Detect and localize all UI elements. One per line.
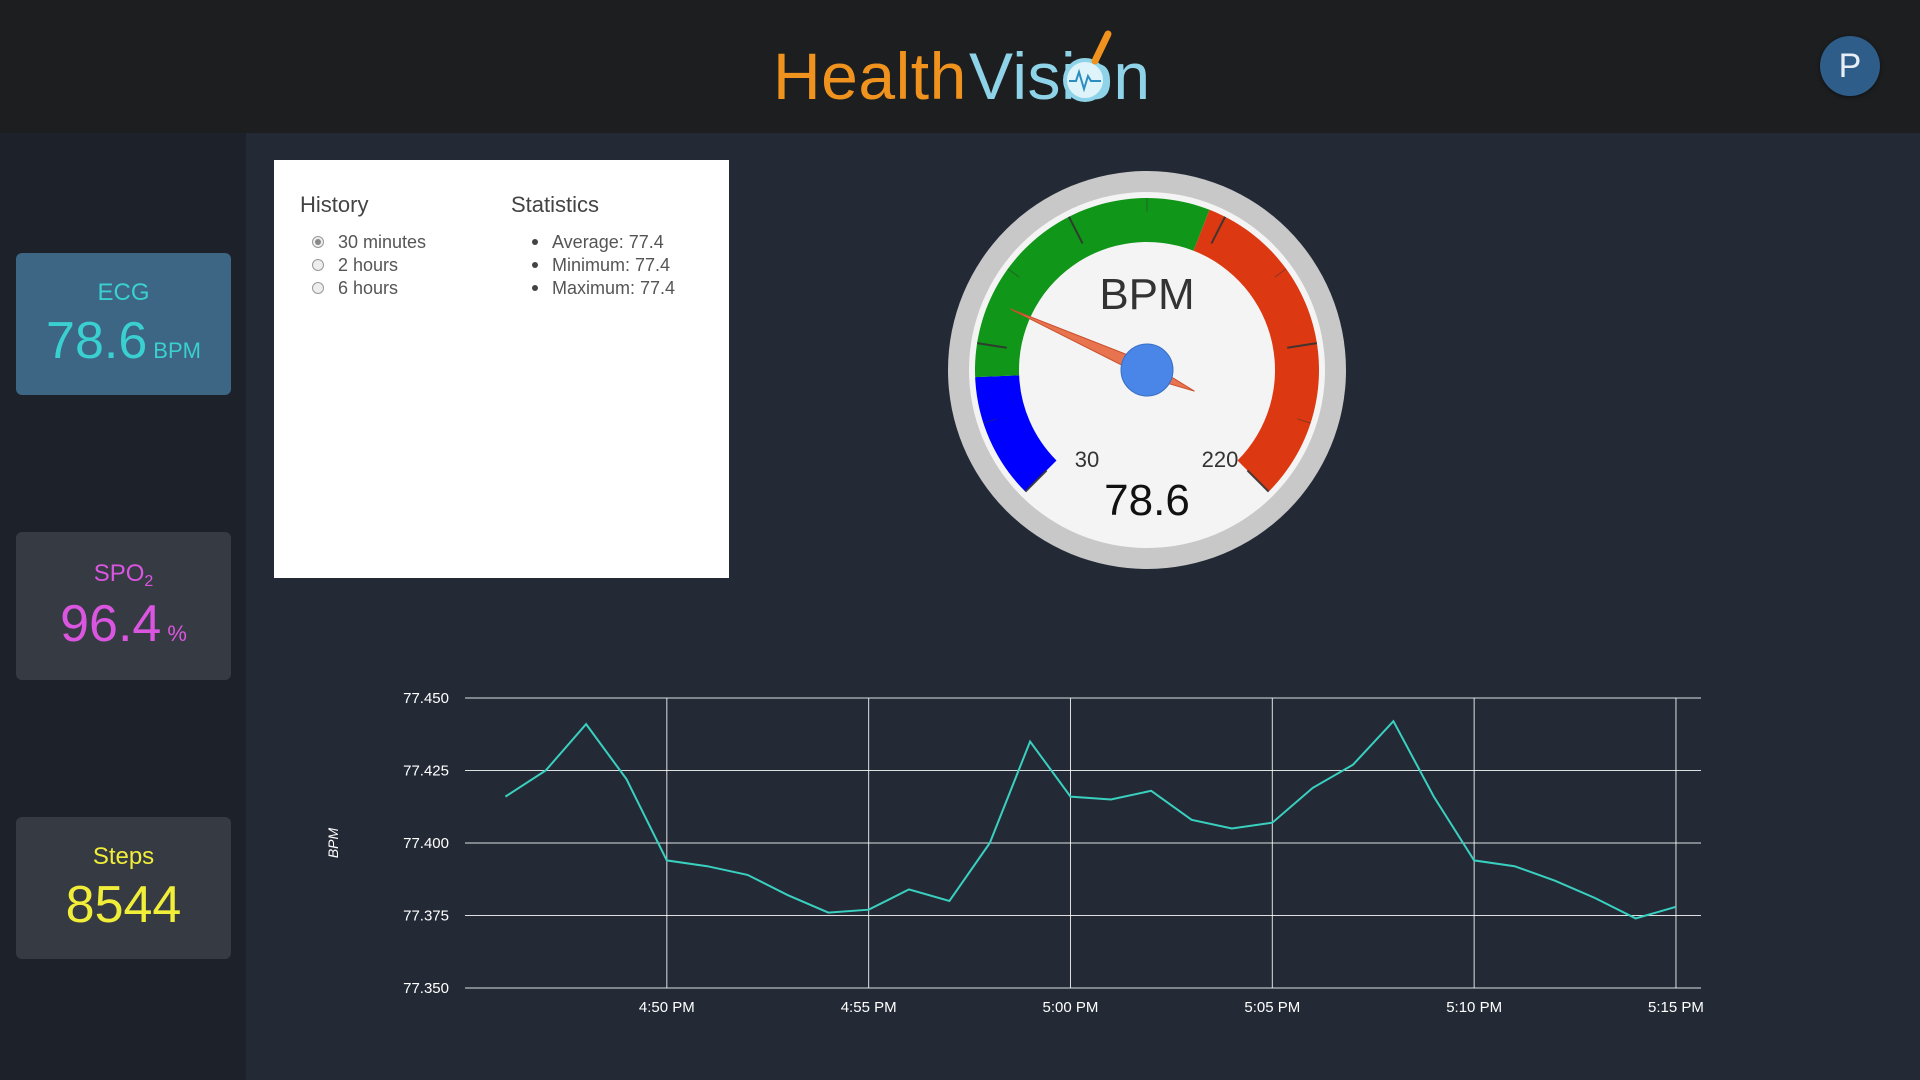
stat-text: Maximum: 77.4 xyxy=(552,278,676,298)
steps-value: 8544 xyxy=(65,876,182,934)
chart-y-tick-label: 77.450 xyxy=(403,690,449,707)
gauge-max-label: 220 xyxy=(1202,447,1239,472)
chart-x-tick-labels: 4:50 PM 4:55 PM 5:00 PM 5:05 PM 5:10 PM 5:15 … xyxy=(639,999,1704,1016)
history-option-2-hours[interactable]: 2 hours xyxy=(312,255,398,276)
chart-x-tick-label: 4:50 PM xyxy=(639,999,695,1016)
stat-minimum: Minimum: 77.4 xyxy=(532,255,670,276)
chart-data-point xyxy=(1634,917,1637,920)
statistics-heading: Statistics xyxy=(511,192,600,217)
chart-data-point xyxy=(1513,865,1516,868)
ecg-title: ECG xyxy=(97,279,150,306)
chart-data-point xyxy=(746,873,749,876)
chart-data-point xyxy=(585,723,588,726)
bullet-icon xyxy=(532,239,538,245)
magnifier-icon xyxy=(1063,30,1112,102)
chart-data-point xyxy=(1029,740,1032,743)
ecg-value: 78.6 xyxy=(46,312,148,370)
steps-title: Steps xyxy=(92,843,155,870)
bpm-gauge: BPM 30 220 78.6 xyxy=(948,171,1346,569)
stat-text: Average: 77.4 xyxy=(552,232,664,252)
healthvision-logo: Health Vision xyxy=(773,28,1153,118)
chart-data-point xyxy=(1473,859,1476,862)
chart-data-point xyxy=(1553,879,1556,882)
chart-y-tick-label: 77.400 xyxy=(403,835,449,852)
bpm-line-chart: 77.45077.42577.40077.37577.350 4:50 PM 4:… xyxy=(325,690,1704,1016)
top-bar: Health Vision P xyxy=(0,0,1920,133)
chart-y-tick-label: 77.425 xyxy=(403,763,449,780)
chart-data-point xyxy=(988,842,991,845)
chart-data-point xyxy=(1230,827,1233,830)
chart-data-point xyxy=(1674,905,1677,908)
history-heading: History xyxy=(300,192,369,217)
gauge-min-label: 30 xyxy=(1075,447,1099,472)
chart-data-point xyxy=(1594,897,1597,900)
bullet-icon xyxy=(532,285,538,291)
steps-card[interactable]: Steps 8544 xyxy=(16,817,231,959)
chart-x-tick-label: 5:00 PM xyxy=(1043,999,1099,1016)
chart-data-point xyxy=(1069,795,1072,798)
ecg-value-line: 78.6 BPM xyxy=(16,311,231,371)
user-avatar[interactable]: P xyxy=(1820,36,1880,96)
chart-data-points xyxy=(504,720,1678,920)
chart-data-point xyxy=(1271,821,1274,824)
radio-selected-icon[interactable] xyxy=(312,236,324,248)
spo2-title-line: SPO2 xyxy=(16,560,231,591)
chart-data-point xyxy=(625,778,628,781)
radio-icon[interactable] xyxy=(312,282,324,294)
spo2-value-line: 96.4% xyxy=(16,594,231,654)
chart-x-tick-label: 4:55 PM xyxy=(841,999,897,1016)
chart-y-tick-label: 77.375 xyxy=(403,908,449,925)
chart-data-point xyxy=(544,769,547,772)
history-statistics-panel: History Statistics 30 minutes 2 hours 6 … xyxy=(274,160,729,578)
spo2-value: 96.4 xyxy=(60,595,162,653)
chart-x-tick-label: 5:05 PM xyxy=(1244,999,1300,1016)
chart-data-point xyxy=(1150,789,1153,792)
gauge-needle-hub xyxy=(1120,343,1174,397)
spo2-card[interactable]: SPO2 96.4% xyxy=(16,532,231,680)
chart-grid xyxy=(465,697,1701,989)
history-option-label: 6 hours xyxy=(338,278,399,298)
chart-data-point xyxy=(867,908,870,911)
ecg-unit: BPM xyxy=(153,338,201,363)
chart-y-tick-labels: 77.450 77.425 77.400 77.375 77.350 xyxy=(403,690,449,997)
chart-data-point xyxy=(1392,720,1395,723)
chart-data-point xyxy=(1190,818,1193,821)
stat-maximum: Maximum: 77.4 xyxy=(532,278,675,299)
chart-data-point xyxy=(665,859,668,862)
chart-data-point xyxy=(706,865,709,868)
chart-data-point xyxy=(1432,795,1435,798)
stat-average: Average: 77.4 xyxy=(532,232,664,253)
history-option-6-hours[interactable]: 6 hours xyxy=(312,278,398,299)
history-option-30-minutes[interactable]: 30 minutes xyxy=(312,232,426,253)
chart-data-point xyxy=(948,900,951,903)
ecg-card[interactable]: ECG 78.6 BPM xyxy=(16,253,231,395)
chart-series-line xyxy=(504,719,1677,920)
chart-data-point xyxy=(786,894,789,897)
chart-y-axis-label: BPM xyxy=(325,827,341,858)
gauge-label: BPM xyxy=(1099,270,1194,319)
stat-text: Minimum: 77.4 xyxy=(552,255,671,275)
chart-data-point xyxy=(504,795,507,798)
chart-data-point xyxy=(1352,763,1355,766)
spo2-title: SPO xyxy=(93,560,145,587)
chart-x-tick-label: 5:10 PM xyxy=(1446,999,1502,1016)
gauge-value: 78.6 xyxy=(1104,476,1190,525)
spo2-title-subscript: 2 xyxy=(144,573,154,590)
bullet-icon xyxy=(532,262,538,268)
history-option-label: 30 minutes xyxy=(338,232,427,252)
chart-data-point xyxy=(1311,786,1314,789)
chart-data-point xyxy=(827,911,830,914)
chart-data-point xyxy=(1109,798,1112,801)
radio-icon[interactable] xyxy=(312,259,324,271)
chart-data-point xyxy=(908,888,911,891)
spo2-unit: % xyxy=(167,621,187,646)
history-option-label: 2 hours xyxy=(338,255,399,275)
chart-y-tick-label: 77.350 xyxy=(403,980,449,997)
chart-x-tick-label: 5:15 PM xyxy=(1648,999,1704,1016)
